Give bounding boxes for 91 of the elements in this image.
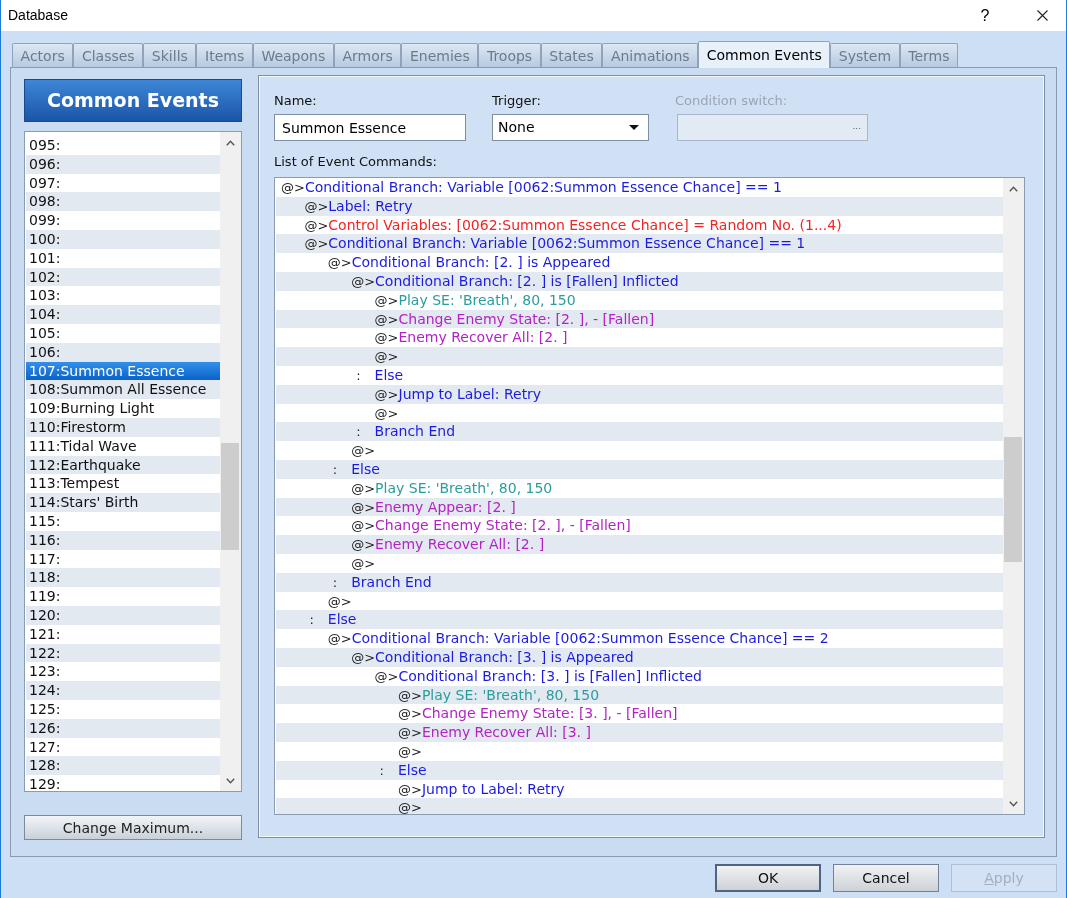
command-row[interactable]: @> (276, 798, 1003, 814)
command-row[interactable]: @> (276, 347, 1003, 366)
command-row[interactable]: : Else (276, 459, 1003, 479)
chevron-up-icon[interactable] (1009, 185, 1018, 192)
list-item[interactable]: 103: (26, 286, 220, 306)
list-item[interactable]: 129: (26, 775, 220, 792)
close-icon[interactable] (1036, 10, 1048, 21)
list-item[interactable]: 096: (26, 154, 220, 174)
list-item[interactable]: 117: (26, 549, 220, 569)
list-item[interactable]: 104: (26, 305, 220, 324)
command-row[interactable]: @>Conditional Branch: [3. ] is Appeared (276, 647, 1003, 667)
list-item[interactable]: 102: (26, 267, 220, 287)
trigger-dropdown[interactable]: None (492, 114, 649, 141)
list-item[interactable]: 126: (26, 718, 220, 738)
name-field[interactable]: Summon Essence (274, 114, 466, 141)
list-item[interactable]: 120: (26, 605, 220, 625)
help-button[interactable]: ? (968, 0, 1002, 31)
list-item[interactable]: 116: (26, 530, 220, 550)
command-row[interactable]: @> (276, 591, 1003, 611)
command-row[interactable]: @>Enemy Recover All: [3. ] (276, 723, 1003, 742)
list-item[interactable]: 114:Stars' Birth (26, 493, 220, 512)
command-row[interactable]: @>Conditional Branch: Variable [0062:Summon Essence Chance] == 1 (276, 234, 1003, 254)
command-row[interactable]: : Else (276, 365, 1003, 385)
scrollbar-thumb[interactable] (1004, 437, 1022, 562)
list-item[interactable]: 128: (26, 756, 220, 776)
window-title: Database (8, 6, 69, 25)
list-item[interactable]: 118: (26, 568, 220, 588)
command-row[interactable]: @>Conditional Branch: [3. ] is [Fallen] Inflicted (276, 666, 1003, 686)
list-item[interactable]: 106: (26, 342, 220, 362)
dialog-button[interactable]: Cancel (833, 864, 939, 892)
command-row[interactable]: @>Play SE: 'Breath', 80, 150 (276, 685, 1003, 705)
command-row[interactable]: @>Label: Retry (276, 196, 1003, 216)
command-row[interactable]: @> (276, 441, 1003, 460)
tab[interactable]: Common Events (698, 41, 831, 68)
command-row[interactable]: @>Enemy Recover All: [2. ] (276, 535, 1003, 554)
field-label: List of Event Commands: (274, 153, 438, 171)
list-item[interactable]: 124: (26, 681, 220, 700)
chevron-down-icon[interactable] (1009, 800, 1018, 807)
command-row[interactable]: @> (276, 403, 1003, 423)
list-item[interactable]: 113:Tempest (26, 474, 220, 494)
list-item[interactable]: 115: (26, 511, 220, 531)
command-row[interactable]: @>Change Enemy State: [3. ], - [Fallen] (276, 704, 1003, 724)
command-row[interactable]: @>Play SE: 'Breath', 80, 150 (276, 290, 1003, 310)
command-row[interactable]: : Branch End (276, 422, 1003, 442)
list-item[interactable]: 123: (26, 662, 220, 682)
list-item[interactable]: 121: (26, 624, 220, 644)
command-row[interactable]: @>Jump to Label: Retry (276, 779, 1003, 799)
list-item[interactable]: 119: (26, 587, 220, 606)
list-item[interactable]: 111:Tidal Wave (26, 436, 220, 456)
command-row[interactable]: @> (276, 741, 1003, 761)
list-item[interactable]: 127: (26, 737, 220, 757)
dialog-button[interactable]: OK (715, 864, 821, 892)
list-item[interactable]: 099: (26, 211, 220, 230)
list-item[interactable]: 101: (26, 248, 220, 268)
list-item[interactable]: 100: (26, 230, 220, 249)
list-item[interactable]: 095: (26, 136, 220, 155)
command-row[interactable]: : Else (276, 760, 1003, 780)
list-item[interactable]: 110:Firestorm (26, 417, 220, 437)
field-label: Condition switch: (675, 92, 789, 110)
scrollbar-thumb[interactable] (221, 443, 239, 550)
command-row[interactable]: @>Enemy Appear: [2. ] (276, 497, 1003, 517)
command-row[interactable]: @>Conditional Branch: [2. ] is [Fallen] Inflicted (276, 272, 1003, 291)
caret-icon[interactable] (629, 125, 639, 130)
command-row[interactable]: @>Enemy Recover All: [2. ] (276, 328, 1003, 348)
command-row[interactable]: @>Conditional Branch: Variable [0062:Summon Essence Chance] == 2 (276, 629, 1003, 648)
change-maximum-button[interactable]: Change Maximum... (24, 815, 242, 840)
command-row[interactable]: @>Control Variables: [0062:Summon Essence Chance] = Random No. (1...4) (276, 215, 1003, 235)
list-item[interactable]: 105: (26, 323, 220, 343)
list-item[interactable]: 097: (26, 173, 220, 193)
chevron-up-icon[interactable] (226, 139, 235, 146)
list-item[interactable]: 098: (26, 192, 220, 212)
command-row[interactable]: @>Play SE: 'Breath', 80, 150 (276, 478, 1003, 498)
scrollbar[interactable] (1003, 178, 1024, 814)
command-row[interactable]: : Branch End (276, 572, 1003, 592)
field-label: Trigger: (492, 92, 542, 110)
command-row[interactable]: @> (276, 553, 1003, 573)
scrollbar[interactable] (220, 132, 241, 792)
list-item[interactable]: 108:Summon All Essence (26, 380, 220, 400)
list-item[interactable]: 109:Burning Light (26, 399, 220, 418)
command-row[interactable]: @>Change Enemy State: [2. ], - [Fallen] (276, 309, 1003, 329)
command-row[interactable]: @>Jump to Label: Retry (276, 384, 1003, 404)
field-label: Name: (274, 92, 318, 110)
command-row[interactable]: @>Conditional Branch: [2. ] is Appeared (276, 253, 1003, 272)
list-item[interactable]: 112:Earthquake (26, 455, 220, 475)
list-item[interactable]: 122: (26, 643, 220, 663)
section-header: Common Events (24, 79, 242, 122)
command-row[interactable]: : Else (276, 610, 1003, 630)
command-row[interactable]: @>Change Enemy State: [2. ], - [Fallen] (276, 516, 1003, 536)
list-item[interactable]: 125: (26, 699, 220, 719)
command-row[interactable]: @>Conditional Branch: Variable [0062:Summon Essence Chance] == 1 (276, 178, 1003, 197)
chevron-down-icon[interactable] (226, 777, 235, 784)
